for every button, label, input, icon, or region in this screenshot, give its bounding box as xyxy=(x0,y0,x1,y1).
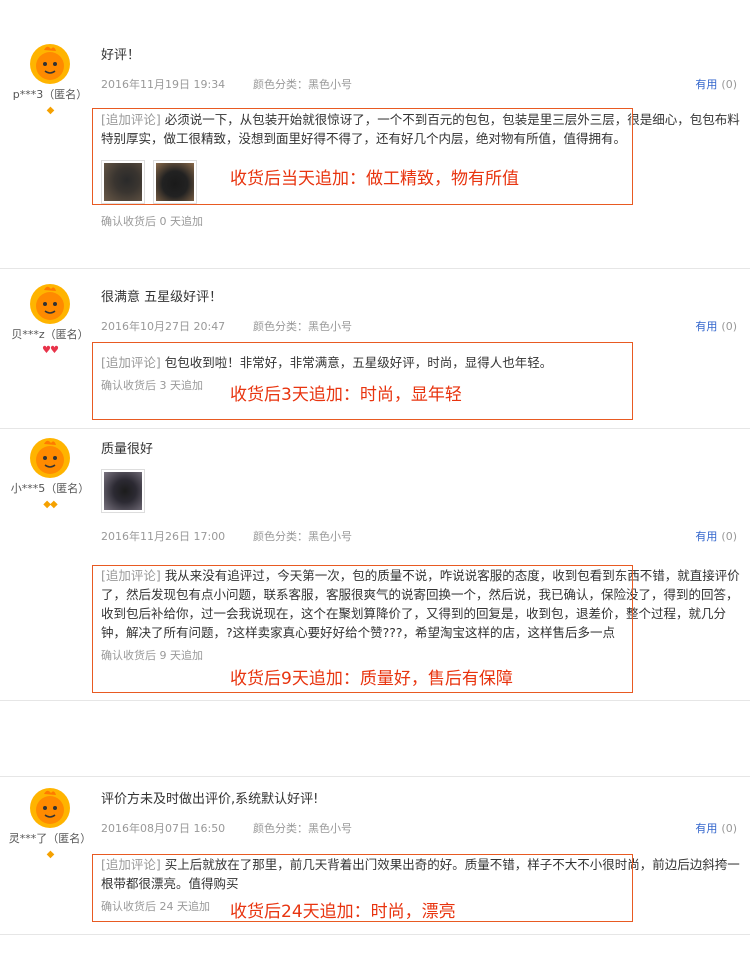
highlight-box xyxy=(92,108,633,205)
highlight-text: 收货后24天追加：时尚，漂亮 xyxy=(230,902,456,922)
username[interactable]: p***3（匿名） xyxy=(0,86,100,102)
useful-count: (0) xyxy=(721,530,737,543)
review-date: 2016年11月26日 17:00 xyxy=(101,530,226,543)
highlight-text: 收货后3天追加：时尚，显年轻 xyxy=(230,385,462,405)
avatar-icon[interactable] xyxy=(30,284,70,324)
diamond-rank-icon: ◆ xyxy=(46,849,55,860)
divider xyxy=(0,776,750,777)
review-text: 好评！ xyxy=(101,48,141,63)
color-class: 颜色分类：黑色小号 xyxy=(253,822,352,835)
color-class: 颜色分类：黑色小号 xyxy=(253,320,352,333)
highlight-text: 收货后当天追加：做工精致，物有所值 xyxy=(230,169,519,189)
review-photo[interactable] xyxy=(101,469,145,513)
review-date: 2016年11月19日 19:34 xyxy=(101,78,226,91)
divider xyxy=(0,700,750,701)
divider xyxy=(0,934,750,935)
divider xyxy=(0,268,750,269)
color-class: 颜色分类：黑色小号 xyxy=(253,530,352,543)
useful-button[interactable]: 有用 xyxy=(695,822,717,835)
photo-list xyxy=(101,469,746,513)
useful-button[interactable]: 有用 xyxy=(695,78,717,91)
heart-rank-icon: ♥♥ xyxy=(42,345,59,356)
highlight-text: 收货后9天追加：质量好，售后有保障 xyxy=(230,669,513,689)
useful-count: (0) xyxy=(721,822,737,835)
useful-button[interactable]: 有用 xyxy=(695,320,717,333)
username[interactable]: 贝***z（匿名） xyxy=(0,326,100,342)
review-date: 2016年08月07日 16:50 xyxy=(101,822,226,835)
username[interactable]: 灵***了（匿名） xyxy=(0,830,100,846)
avatar-icon[interactable] xyxy=(30,788,70,828)
color-class: 颜色分类：黑色小号 xyxy=(253,78,352,91)
review-date: 2016年10月27日 20:47 xyxy=(101,320,226,333)
avatar-icon[interactable] xyxy=(30,438,70,478)
review-text: 很满意 五星级好评！ xyxy=(101,290,223,305)
avatar-icon[interactable] xyxy=(30,44,70,84)
useful-count: (0) xyxy=(721,320,737,333)
divider xyxy=(0,428,750,429)
review-text: 评价方未及时做出评价,系统默认好评! xyxy=(101,792,319,807)
review-text: 质量很好 xyxy=(101,442,154,457)
useful-button[interactable]: 有用 xyxy=(695,530,717,543)
diamond-rank-icon: ◆ xyxy=(46,105,55,116)
append-note: 确认收货后 0 天追加 xyxy=(101,215,203,228)
username[interactable]: 小***5（匿名） xyxy=(0,480,100,496)
useful-count: (0) xyxy=(721,78,737,91)
diamond-rank-icon: ◆◆ xyxy=(43,499,57,510)
